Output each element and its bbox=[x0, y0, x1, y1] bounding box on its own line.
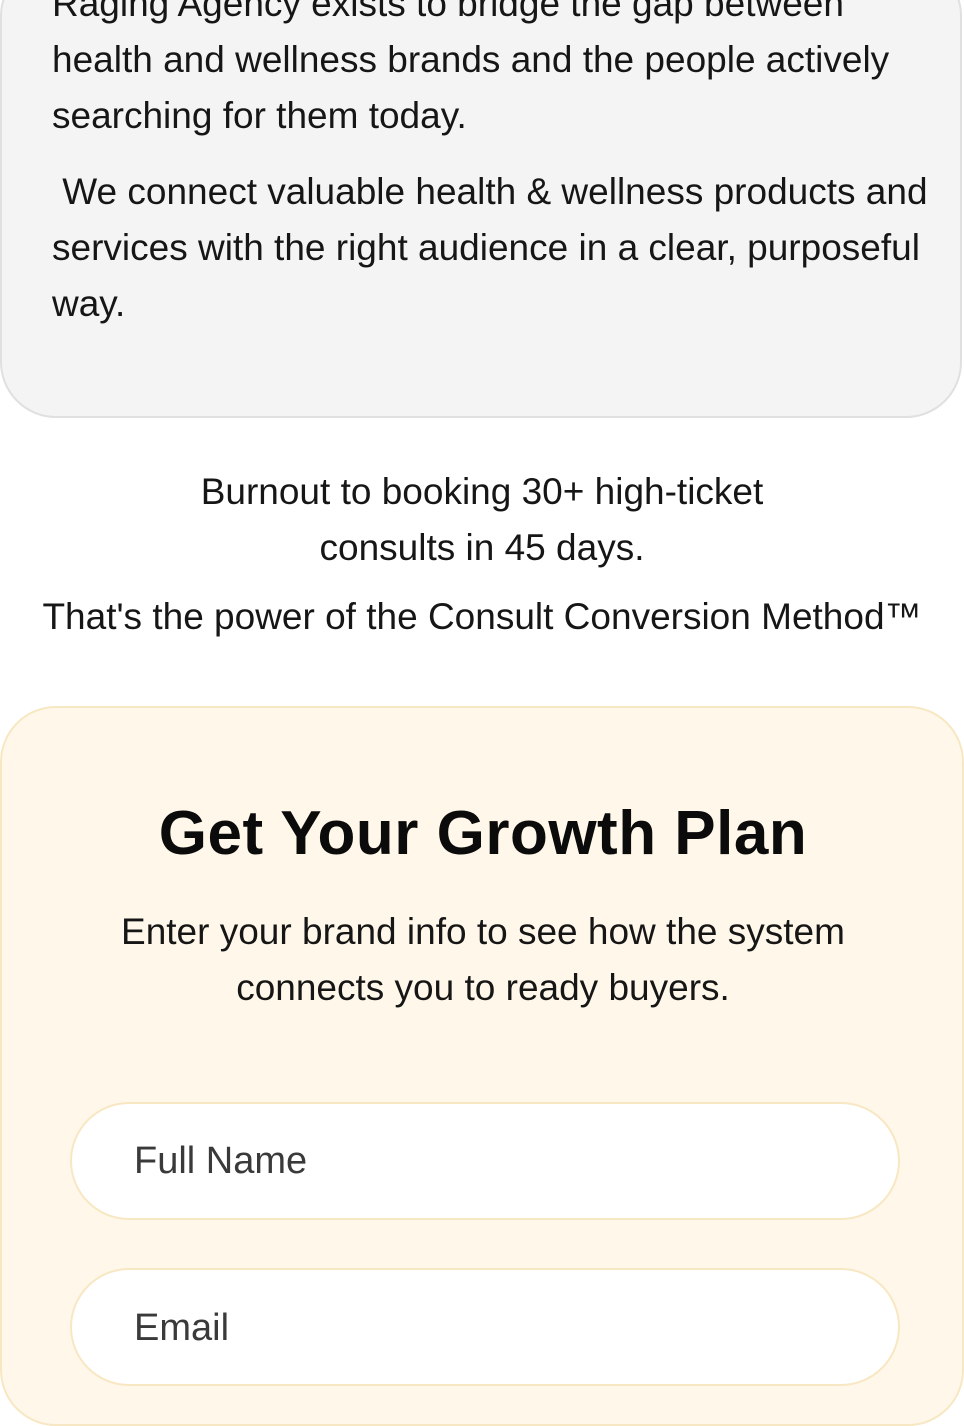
growth-plan-form: Get Your Growth Plan Enter your brand in… bbox=[0, 706, 964, 1426]
full-name-input[interactable] bbox=[70, 1102, 900, 1220]
headline-line: Burnout to booking 30+ high-ticket bbox=[200, 471, 764, 512]
headline-line: consults in 45 days. bbox=[319, 527, 645, 568]
email-input[interactable] bbox=[70, 1268, 900, 1386]
about-card: Raging Agency exists to bridge the gap b… bbox=[0, 0, 962, 418]
about-paragraph: We connect valuable health & wellness pr… bbox=[52, 171, 938, 324]
about-paragraph: Raging Agency exists to bridge the gap b… bbox=[52, 0, 890, 136]
headline-tagline: That's the power of the Consult Conversi… bbox=[42, 596, 922, 637]
form-subtitle: Enter your brand info to see how the sys… bbox=[121, 911, 845, 1008]
form-title: Get Your Growth Plan bbox=[158, 799, 808, 868]
